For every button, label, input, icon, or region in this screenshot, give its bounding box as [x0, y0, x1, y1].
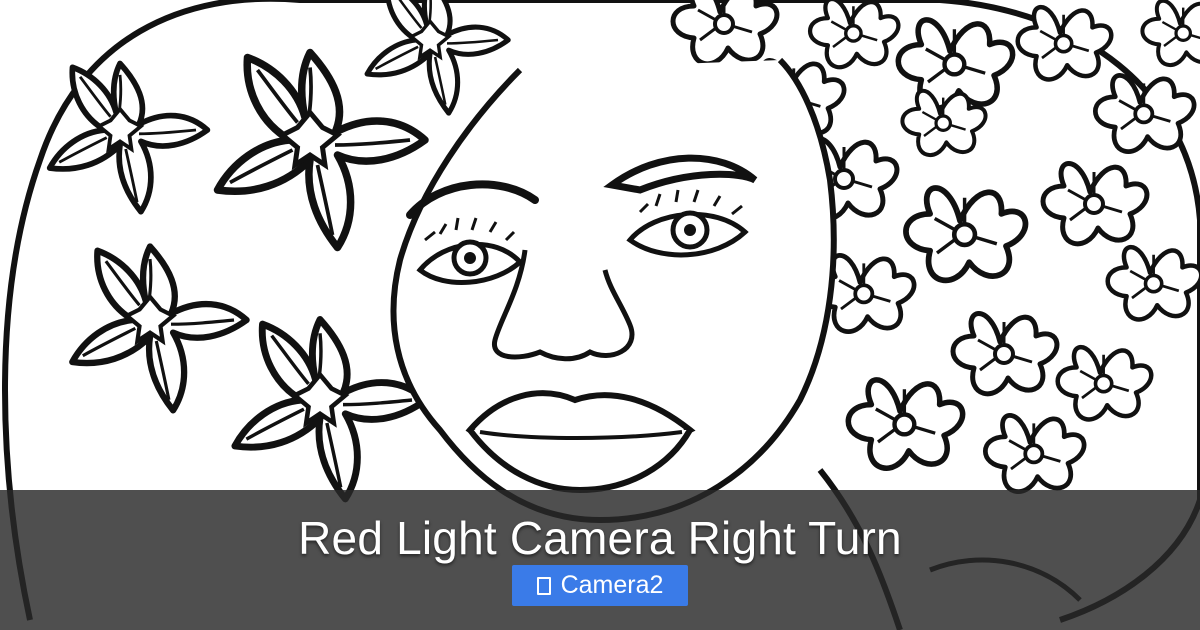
box-icon [536, 576, 551, 595]
category-tag-label: Camera2 [560, 571, 664, 599]
category-tag-button[interactable]: Camera2 [512, 565, 688, 606]
page-title: Red Light Camera Right Turn [298, 512, 902, 564]
preview-card: Red Light Camera Right Turn Camera2 [0, 0, 1200, 630]
